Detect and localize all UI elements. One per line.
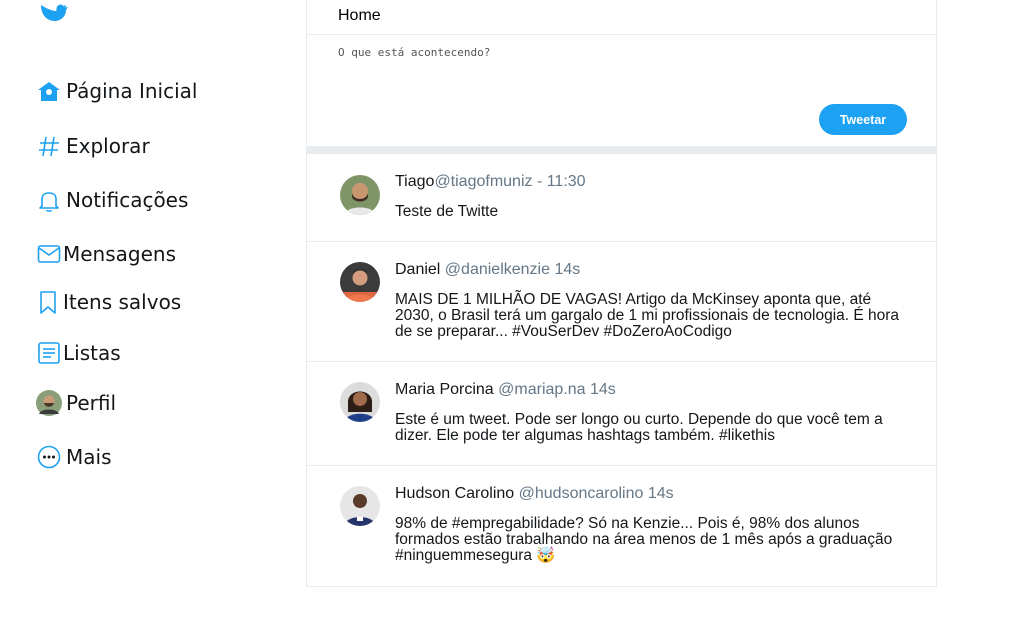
sidebar-item-home[interactable]: Página Inicial bbox=[36, 78, 197, 104]
avatar[interactable] bbox=[340, 382, 380, 422]
divider bbox=[307, 146, 936, 154]
sidebar-item-profile[interactable]: Perfil bbox=[36, 390, 116, 416]
avatar[interactable] bbox=[340, 486, 380, 526]
tweet-text: MAIS DE 1 MILHÃO DE VAGAS! Artigo da McK… bbox=[395, 291, 900, 340]
tweet-author-handle[interactable]: @tiagofmuniz bbox=[434, 173, 532, 190]
hashtag-icon bbox=[36, 133, 62, 159]
sidebar-item-label: Mensagens bbox=[63, 242, 177, 266]
tweet-header: Hudson Carolino @hudsoncarolino 14s bbox=[395, 485, 674, 503]
envelope-icon bbox=[36, 241, 62, 267]
sidebar-item-label: Página Inicial bbox=[66, 79, 198, 103]
tweet-timestamp: 14s bbox=[643, 485, 674, 502]
sidebar-item-label: Mais bbox=[66, 445, 112, 469]
avatar[interactable] bbox=[340, 262, 380, 302]
tweet[interactable]: Daniel @danielkenzie 14s MAIS DE 1 MILHÃ… bbox=[307, 242, 936, 362]
home-icon bbox=[36, 78, 62, 104]
tweet-header: Daniel @danielkenzie 14s bbox=[395, 261, 580, 279]
tweet[interactable]: Maria Porcina @mariap.na 14s Este é um t… bbox=[307, 362, 936, 466]
tweet-header: Maria Porcina @mariap.na 14s bbox=[395, 381, 616, 399]
twitter-bird-logo[interactable] bbox=[37, 0, 69, 27]
tweet-text: 98% de #empregabilidade? Só na Kenzie...… bbox=[395, 515, 893, 564]
main-timeline: Home Tweetar Tiago@tiagofmuniz - 11:30 T… bbox=[306, 0, 937, 587]
sidebar-item-label: Perfil bbox=[66, 391, 117, 415]
tweet-header: Tiago@tiagofmuniz - 11:30 bbox=[395, 173, 586, 191]
sidebar-item-label: Itens salvos bbox=[63, 290, 182, 314]
sidebar-item-label: Notificações bbox=[66, 188, 189, 212]
tweet-button[interactable]: Tweetar bbox=[819, 104, 907, 135]
tweet-author-handle[interactable]: @hudsoncarolino bbox=[514, 485, 644, 502]
tweet-timestamp: - 11:30 bbox=[532, 173, 586, 190]
sidebar-item-lists[interactable]: Listas bbox=[36, 340, 121, 366]
tweet-author-handle[interactable]: @danielkenzie bbox=[440, 261, 550, 278]
page-header: Home bbox=[307, 0, 936, 35]
sidebar-item-label: Listas bbox=[63, 341, 121, 365]
avatar bbox=[36, 390, 62, 416]
bell-icon bbox=[36, 187, 62, 213]
tweet-author-name[interactable]: Tiago bbox=[395, 173, 434, 190]
tweet[interactable]: Tiago@tiagofmuniz - 11:30 Teste de Twitt… bbox=[307, 154, 936, 242]
tweet-author-name[interactable]: Maria Porcina bbox=[395, 381, 494, 398]
tweet-text: Teste de Twitte bbox=[395, 203, 499, 220]
list-icon bbox=[36, 340, 62, 366]
page-title: Home bbox=[338, 7, 381, 24]
sidebar-item-messages[interactable]: Mensagens bbox=[36, 241, 176, 267]
more-icon bbox=[36, 444, 62, 470]
tweet-timestamp: 14s bbox=[585, 381, 616, 398]
tweet-text: Este é um tweet. Pode ser longo ou curto… bbox=[395, 411, 883, 444]
tweet[interactable]: Hudson Carolino @hudsoncarolino 14s 98% … bbox=[307, 466, 936, 587]
tweet-timestamp: 14s bbox=[550, 261, 581, 278]
sidebar-item-notifications[interactable]: Notificações bbox=[36, 187, 188, 213]
sidebar-item-explore[interactable]: Explorar bbox=[36, 133, 150, 159]
tweet-input[interactable] bbox=[338, 46, 898, 96]
tweet-author-handle[interactable]: @mariap.na bbox=[494, 381, 585, 398]
avatar[interactable] bbox=[340, 175, 380, 215]
tweet-author-name[interactable]: Hudson Carolino bbox=[395, 485, 514, 502]
tweet-composer: Tweetar bbox=[307, 35, 936, 146]
sidebar-item-bookmarks[interactable]: Itens salvos bbox=[36, 289, 181, 315]
sidebar-item-more[interactable]: Mais bbox=[36, 444, 112, 470]
bookmark-icon bbox=[36, 289, 62, 315]
sidebar-item-label: Explorar bbox=[66, 134, 150, 158]
tweet-author-name[interactable]: Daniel bbox=[395, 261, 440, 278]
